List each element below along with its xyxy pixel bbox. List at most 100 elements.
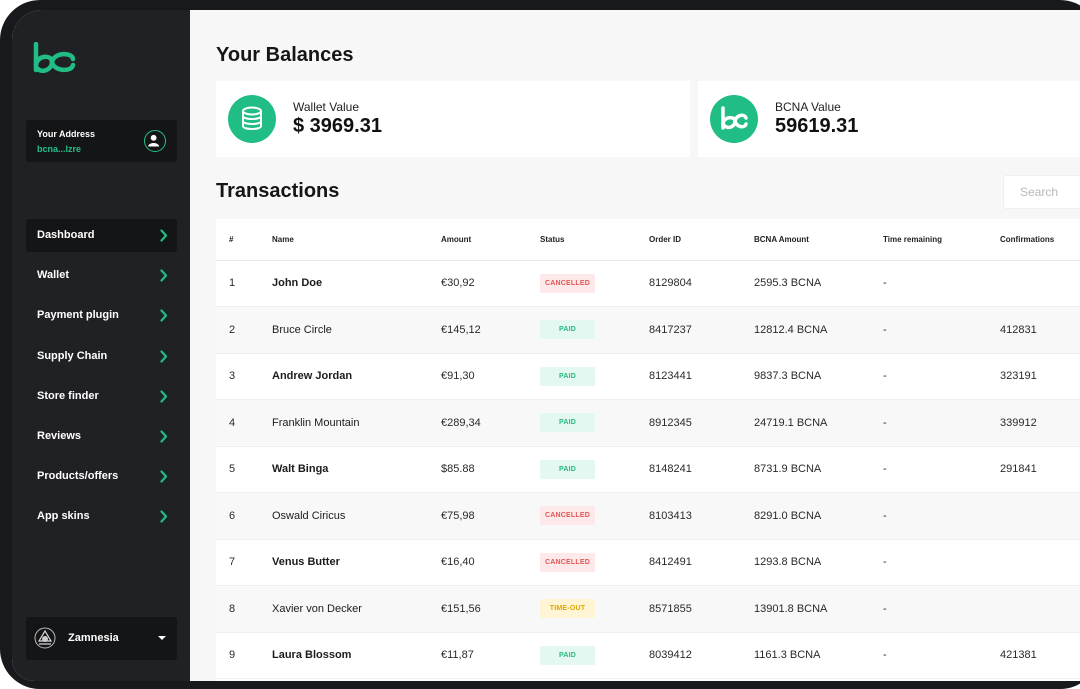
chevron-down-icon[interactable] [158,636,166,640]
column-header[interactable]: Confirmations [1000,219,1080,261]
chevron-right-icon [160,510,168,523]
chevron-right-icon [160,229,168,242]
row-number: 6 [216,492,272,540]
sidebar-item-label: Supply Chain [37,349,108,362]
time-remaining: - [883,446,1000,493]
table-row[interactable]: 3 Andrew Jordan €91,30 PAID 8123441 9837.3 BC… [216,353,1080,400]
amount: €11,87 [441,632,540,679]
app-screen: Your Address bcna...lzre Dashboard Wallet… [12,10,1080,681]
sidebar-item-app-skins[interactable]: App skins [26,500,177,533]
balances-title: Your Balances [216,44,354,66]
amount: €91,30 [441,353,540,400]
column-header[interactable]: Amount [441,219,540,261]
column-header[interactable]: Order ID [649,219,754,261]
table-row[interactable]: 5 Walt Binga $85.88 PAID 8148241 8731.9 BCNA -… [216,446,1080,493]
sidebar-nav: Dashboard Wallet Payment plugin Supply Chai… [26,219,177,541]
status-badge: CANCELLED [540,552,595,572]
customer-name: Franklin Mountain [272,399,441,447]
chevron-right-icon [160,390,168,403]
sidebar-item-label: Products/offers [37,470,119,483]
status-badge: PAID [540,413,595,433]
confirmations [1000,492,1080,540]
bcna-amount: 9837.3 BCNA [754,353,883,400]
chevron-right-icon [160,430,168,443]
column-header[interactable]: # [216,219,272,261]
confirmations: 323191 [1000,353,1080,400]
customer-name: Laura Blossom [272,632,441,679]
address-value: bcna...lzre [37,144,82,154]
row-number: 4 [216,399,272,447]
order-id: 8571855 [649,585,754,633]
amount: €151,56 [441,585,540,633]
column-header[interactable]: Name [272,219,441,261]
column-header[interactable]: Status [540,219,649,261]
status-badge: PAID [540,366,595,386]
sidebar-item-label: Reviews [37,429,82,442]
sidebar-item-products-offers[interactable]: Products/offers [26,460,177,493]
sidebar: Your Address bcna...lzre Dashboard Wallet… [12,10,190,681]
coins-icon [228,95,276,143]
amount: $85.88 [441,446,540,493]
time-remaining: - [883,306,1000,354]
time-remaining: - [883,260,1000,307]
status-cell: CANCELLED [540,260,649,307]
profile-switcher[interactable]: Zamnesia [26,617,177,660]
table-row[interactable]: 1 John Doe €30,92 CANCELLED 8129804 2595.3 BC… [216,260,1080,307]
sidebar-item-label: Wallet [37,269,69,282]
address-box[interactable]: Your Address bcna...lzre [26,120,177,162]
row-number: 5 [216,446,272,493]
sidebar-item-wallet[interactable]: Wallet [26,259,177,292]
table-body: 1 John Doe €30,92 CANCELLED 8129804 2595.3 BC… [216,260,1080,679]
table-row[interactable]: 4 Franklin Mountain €289,34 PAID 8912345 2471… [216,399,1080,447]
confirmations: 421381 [1000,632,1080,679]
sidebar-item-supply-chain[interactable]: Supply Chain [26,340,177,373]
column-header[interactable]: BCNA Amount [754,219,883,261]
status-badge: PAID [540,459,595,479]
status-cell: PAID [540,353,649,400]
order-id: 8039412 [649,632,754,679]
confirmations [1000,539,1080,586]
status-badge: PAID [540,645,595,665]
table-row[interactable]: 6 Oswald Ciricus €75,98 CANCELLED 8103413 829… [216,492,1080,540]
sidebar-item-dashboard[interactable]: Dashboard [26,219,177,252]
column-header[interactable]: Time remaining [883,219,1000,261]
row-number: 7 [216,539,272,586]
table-row[interactable]: 8 Xavier von Decker €151,56 TIME-OUT 8571855… [216,585,1080,633]
chevron-right-icon [160,309,168,322]
user-icon[interactable] [144,130,166,152]
time-remaining: - [883,539,1000,586]
chevron-right-icon [160,470,168,483]
sidebar-item-reviews[interactable]: Reviews [26,420,177,453]
row-number: 1 [216,260,272,307]
sidebar-item-label: Dashboard [37,229,95,241]
bcna-amount: 13901.8 BCNA [754,585,883,633]
status-badge: CANCELLED [540,273,595,293]
customer-name: Xavier von Decker [272,585,441,633]
time-remaining: - [883,632,1000,679]
row-number: 2 [216,306,272,354]
customer-name: Andrew Jordan [272,353,441,400]
profile-name: Zamnesia [68,632,119,644]
status-cell: PAID [540,306,649,354]
zamnesia-avatar-icon [34,627,56,649]
customer-name: Venus Butter [272,539,441,586]
table-row[interactable]: 7 Venus Butter €16,40 CANCELLED 8412491 1293.… [216,539,1080,586]
table-row[interactable]: 9 Laura Blossom €11,87 PAID 8039412 1161.3 BC… [216,632,1080,679]
wallet-value-card: Wallet Value $ 3969.31 [216,81,690,157]
customer-name: Bruce Circle [272,306,441,354]
bcna-amount: 1161.3 BCNA [754,632,883,679]
status-cell: PAID [540,399,649,447]
bcna-amount: 2595.3 BCNA [754,260,883,307]
device-frame: Your Address bcna...lzre Dashboard Wallet… [0,0,1080,689]
bc-logo-icon[interactable] [32,42,76,78]
balance-label: BCNA Value [775,100,841,114]
table-row[interactable]: 2 Bruce Circle €145,12 PAID 8417237 12812.4 B… [216,306,1080,354]
row-number: 8 [216,585,272,633]
order-id: 8123441 [649,353,754,400]
search-input[interactable] [1004,176,1080,208]
sidebar-item-store-finder[interactable]: Store finder [26,380,177,413]
amount: €289,34 [441,399,540,447]
order-id: 8148241 [649,446,754,493]
sidebar-item-label: Payment plugin [37,309,119,322]
sidebar-item-payment-plugin[interactable]: Payment plugin [26,299,177,332]
